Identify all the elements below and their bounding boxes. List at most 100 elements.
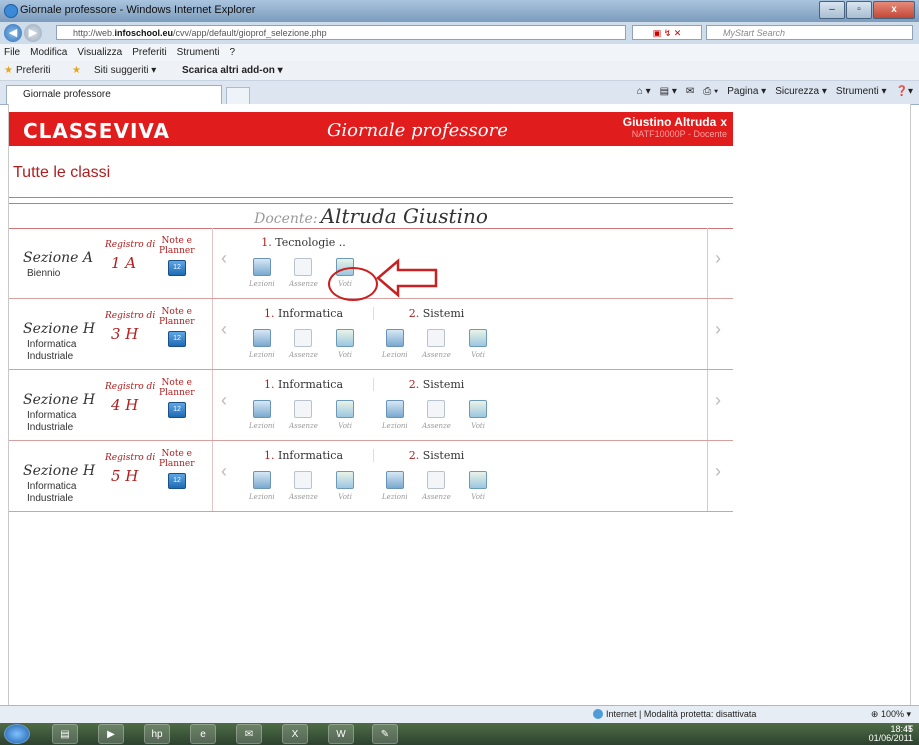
word-icon[interactable]: W <box>328 724 354 744</box>
zoom-level[interactable]: ⊕ 100% ▾ <box>871 709 911 720</box>
planner-icon[interactable]: 12 <box>168 260 186 276</box>
lezioni-button[interactable]: Lezioni <box>377 329 413 359</box>
close-window-button[interactable]: x <box>873 1 915 19</box>
new-tab-button[interactable] <box>226 87 250 105</box>
help-icon[interactable]: ❓▾ <box>896 86 913 97</box>
menu-sicurezza[interactable]: Sicurezza ▾ <box>775 86 827 97</box>
mail-app-icon[interactable]: ✉ <box>236 724 262 744</box>
maximize-button[interactable]: ▫ <box>846 1 872 19</box>
assenze-button[interactable]: Assenze <box>418 400 454 430</box>
planner-icon[interactable]: 12 <box>168 473 186 489</box>
menu-pagina[interactable]: Pagina ▾ <box>727 86 766 97</box>
assenze-button[interactable]: Assenze <box>285 329 321 359</box>
tab-label: Giornale professore <box>23 89 111 100</box>
favorites-bar: ★ Preferiti ★ Siti suggeriti ▾ Scarica a… <box>0 61 919 81</box>
search-input[interactable]: MyStart Search <box>706 25 913 40</box>
tab-giornale-professore[interactable]: Giornale professore <box>6 85 222 104</box>
prev-arrow-icon[interactable]: ‹ <box>221 248 227 269</box>
voti-button[interactable]: Voti <box>327 400 363 430</box>
prev-arrow-icon[interactable]: ‹ <box>221 319 227 340</box>
prev-arrow-icon[interactable]: ‹ <box>221 390 227 411</box>
section-course: Informatica Industriale <box>27 339 77 362</box>
search-placeholder: MyStart Search <box>723 28 786 38</box>
feeds-icon[interactable]: ▤ ▾ <box>660 86 677 97</box>
back-button[interactable]: ◀ <box>4 24 22 42</box>
classeviva-logo[interactable]: CLASSEVIVA <box>23 119 170 143</box>
user-name: Giustino Altruda <box>622 115 717 129</box>
voti-button[interactable]: Voti <box>460 329 496 359</box>
assenze-button[interactable]: Assenze <box>418 471 454 501</box>
paint-icon[interactable]: ✎ <box>372 724 398 744</box>
menu-modifica[interactable]: Modifica <box>30 44 67 61</box>
menu-strumenti[interactable]: Strumenti <box>177 44 220 61</box>
add-favorite-icon[interactable]: ★ <box>72 65 81 76</box>
divider <box>9 197 733 198</box>
next-arrow-icon[interactable]: › <box>715 461 721 482</box>
assenze-button[interactable]: Assenze <box>285 258 321 288</box>
voti-button[interactable]: Voti <box>327 329 363 359</box>
lezioni-button[interactable]: Lezioni <box>377 471 413 501</box>
tab-bar: Giornale professore ⌂ ▾ ▤ ▾ ✉ ⎙ ▾ Pagina… <box>0 81 919 105</box>
note-planner-label: Note e Planner <box>159 307 195 327</box>
menu-preferiti[interactable]: Preferiti <box>132 44 166 61</box>
explorer-icon[interactable]: ▤ <box>52 724 78 744</box>
home-icon[interactable]: ⌂ ▾ <box>637 86 651 97</box>
divider <box>707 441 708 511</box>
prev-arrow-icon[interactable]: ‹ <box>221 461 227 482</box>
next-arrow-icon[interactable]: › <box>715 319 721 340</box>
next-arrow-icon[interactable]: › <box>715 390 721 411</box>
lezioni-icon <box>385 471 404 489</box>
favorites-star-icon[interactable]: ★ <box>4 65 13 76</box>
excel-icon[interactable]: X <box>282 724 308 744</box>
menu-help[interactable]: ? <box>229 44 235 61</box>
voti-button[interactable]: Voti <box>327 471 363 501</box>
assenze-icon <box>294 258 313 276</box>
planner-icon[interactable]: 12 <box>168 402 186 418</box>
class-row: Sezione H Informatica Industriale Registr… <box>9 299 733 370</box>
section-course: Informatica Industriale <box>27 481 77 504</box>
assenze-button[interactable]: Assenze <box>285 471 321 501</box>
security-zone[interactable]: Internet | Modalità protetta: disattivat… <box>606 709 756 719</box>
url-field[interactable]: http://web.infoschool.eu/cvv/app/default… <box>56 25 626 40</box>
window-title: Giornale professore - Windows Internet E… <box>20 4 256 16</box>
media-player-icon[interactable]: ▶ <box>98 724 124 744</box>
print-icon[interactable]: ⎙ ▾ <box>703 86 718 97</box>
start-button[interactable] <box>4 724 30 744</box>
next-arrow-icon[interactable]: › <box>715 248 721 269</box>
subject-block: 1. Informatica Lezioni Assenze Voti <box>241 449 366 501</box>
assenze-button[interactable]: Assenze <box>418 329 454 359</box>
hp-icon[interactable]: hp <box>144 724 170 744</box>
lezioni-button[interactable]: Lezioni <box>244 400 280 430</box>
lezioni-button[interactable]: Lezioni <box>377 400 413 430</box>
voti-button[interactable]: Voti <box>460 400 496 430</box>
subject-block: 2. Sistemi Lezioni Assenze Voti <box>373 378 499 430</box>
forward-button[interactable]: ▶ <box>24 24 42 42</box>
voti-button[interactable]: Voti <box>460 471 496 501</box>
note-planner-label: Note e Planner <box>159 449 195 469</box>
docente-bar: Docente: Altruda Giustino <box>9 203 733 229</box>
menu-visualizza[interactable]: Visualizza <box>77 44 122 61</box>
registro-class-link[interactable]: 1 A <box>111 254 136 272</box>
planner-icon[interactable]: 12 <box>168 331 186 347</box>
favorites-button[interactable]: Preferiti <box>16 65 50 76</box>
lezioni-button[interactable]: Lezioni <box>244 258 280 288</box>
minimize-button[interactable]: – <box>819 1 845 19</box>
registro-class-link[interactable]: 3 H <box>111 325 138 343</box>
logout-icon[interactable]: x <box>720 115 727 129</box>
registro-class-link[interactable]: 5 H <box>111 467 138 485</box>
mail-icon[interactable]: ✉ <box>686 86 694 97</box>
refresh-stop-buttons[interactable]: ▣ ↯ ✕ <box>632 25 702 40</box>
suggested-sites[interactable]: Siti suggeriti ▾ <box>94 65 156 76</box>
assenze-button[interactable]: Assenze <box>285 400 321 430</box>
section-name: Sezione H <box>23 321 96 337</box>
annotation-arrow-icon <box>376 258 438 298</box>
lezioni-button[interactable]: Lezioni <box>244 471 280 501</box>
menu-file[interactable]: File <box>4 44 20 61</box>
registro-class-link[interactable]: 4 H <box>111 396 138 414</box>
addons-link[interactable]: Scarica altri add-on ▾ <box>182 65 283 76</box>
internet-explorer-icon[interactable]: e <box>190 724 216 744</box>
menu-strumenti-cmd[interactable]: Strumenti ▾ <box>836 86 887 97</box>
lezioni-button[interactable]: Lezioni <box>244 329 280 359</box>
clock[interactable]: 18:45 01/06/2011 <box>869 725 913 743</box>
subject-title: 2. Sistemi <box>408 378 465 391</box>
